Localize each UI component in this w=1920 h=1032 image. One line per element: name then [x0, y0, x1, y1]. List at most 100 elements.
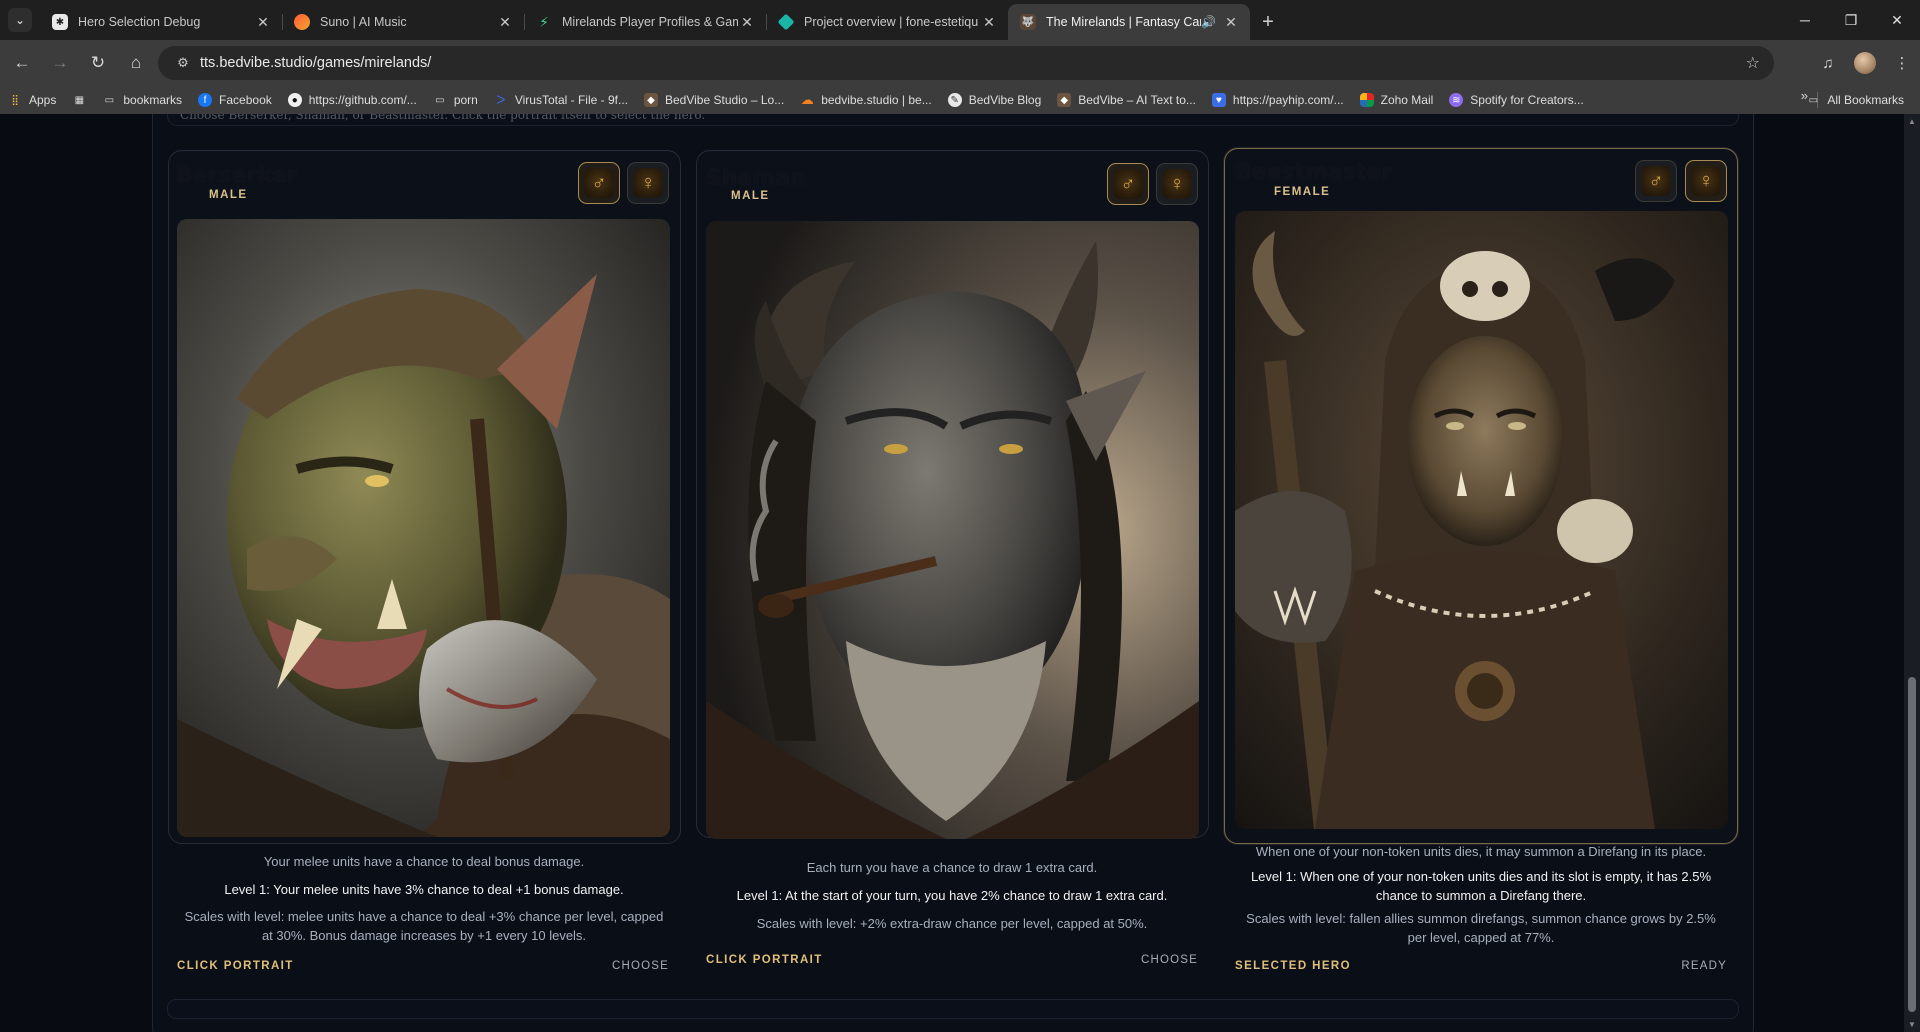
bookmarks-bar: ⣿ Apps ▦ ▭ bookmarks f Facebook ● https://gi…	[0, 86, 1920, 114]
payhip-icon: ♥	[1211, 93, 1226, 107]
male-toggle-button[interactable]: ♂	[1635, 160, 1677, 202]
choose-label[interactable]: CHOOSE	[612, 960, 669, 972]
intro-box: Choose Berserker, Shaman, or Beastmaster…	[167, 114, 1739, 126]
close-icon[interactable]: ✕	[496, 13, 514, 31]
bedvibe-icon: ◆	[644, 93, 658, 107]
bookmark-bedvibe-cloud[interactable]: ☁ bedvibe.studio | be...	[792, 88, 940, 112]
tab-project-overview[interactable]: Project overview | fone-estetiqu ✕	[766, 4, 1008, 40]
close-icon[interactable]: ✕	[1222, 13, 1240, 31]
close-icon[interactable]: ✕	[980, 13, 998, 31]
bookmark-virustotal[interactable]: ᐳ VirusTotal - File - 9f...	[486, 88, 636, 112]
hero-level-text: Level 1: At the start of your turn, you …	[736, 888, 1168, 903]
bookmark-spotify[interactable]: ≋ Spotify for Creators...	[1441, 88, 1591, 112]
url-text[interactable]: tts.bedvibe.studio/games/mirelands/	[200, 55, 431, 71]
male-toggle-button[interactable]: ♂	[1107, 163, 1149, 205]
tab-list: ✱ Hero Selection Debug ✕ Suno | AI Music…	[40, 4, 1286, 40]
page-viewport: Choose Berserker, Shaman, or Beastmaster…	[0, 114, 1904, 1032]
zoho-icon	[1359, 93, 1374, 107]
bookmark-bedvibe-blog[interactable]: ✎ BedVibe Blog	[940, 88, 1050, 112]
close-window-icon[interactable]: ✕	[1874, 0, 1920, 40]
bookmark-bedvibe-studio[interactable]: ◆ BedVibe Studio – Lo...	[636, 88, 792, 112]
apps-grid-icon: ⣿	[11, 94, 19, 106]
menu-kebab-icon[interactable]: ⋮	[1884, 54, 1920, 72]
female-toggle-button[interactable]: ♀	[1156, 163, 1198, 205]
window-controls: ─ ❐ ✕	[1782, 0, 1920, 40]
bookmark-apps[interactable]: ⣿ Apps	[0, 88, 64, 112]
bookmark-tab-groups[interactable]: ▦	[64, 88, 94, 112]
page-scrollbar[interactable]: ▲ ▼	[1904, 114, 1920, 1032]
close-icon[interactable]: ✕	[738, 13, 756, 31]
tab-strip: ⌄ ✱ Hero Selection Debug ✕ Suno | AI Mus…	[0, 0, 1920, 40]
tab-groups-icon: ▦	[74, 94, 85, 106]
bookmark-folder-bookmarks[interactable]: ▭ bookmarks	[94, 88, 190, 112]
folder-icon: ▭	[435, 94, 445, 106]
scroll-down-arrow-icon[interactable]: ▼	[1907, 1020, 1917, 1029]
hero-portrait-berserker[interactable]	[177, 219, 670, 837]
tab-mirelands-profiles[interactable]: ⚡ Mirelands Player Profiles & Gam ✕	[524, 4, 766, 40]
tab-title: Project overview | fone-estetiqu	[804, 15, 979, 29]
tab-suno[interactable]: Suno | AI Music ✕	[282, 4, 524, 40]
hero-portrait-shaman[interactable]	[706, 221, 1199, 839]
bookmark-bedvibe-ai[interactable]: ◆ BedVibe – AI Text to...	[1049, 88, 1204, 112]
hero-gender: FEMALE	[1274, 186, 1331, 198]
profile-avatar[interactable]	[1854, 52, 1876, 74]
site-info-icon[interactable]: ⚙	[168, 55, 198, 71]
intro-text: Choose Berserker, Shaman, or Beastmaster…	[180, 114, 706, 122]
hero-description: Your melee units have a chance to deal b…	[263, 854, 585, 869]
hero-description: When one of your non-token units dies, i…	[1255, 844, 1707, 859]
cloud-icon: ☁	[800, 92, 814, 107]
orc-beastmaster-portrait-icon	[1235, 211, 1728, 829]
ready-label: READY	[1681, 960, 1727, 972]
click-portrait-hint: CLICK PORTRAIT	[177, 960, 294, 972]
new-tab-button[interactable]: +	[1250, 4, 1286, 40]
female-toggle-button[interactable]: ♀	[1685, 160, 1727, 202]
bookmark-github[interactable]: ● https://github.com/...	[280, 88, 425, 112]
choose-label[interactable]: CHOOSE	[1141, 954, 1198, 966]
reload-icon[interactable]: ↻	[82, 47, 114, 79]
hero-level-text: Level 1: When one of your non-token unit…	[1250, 869, 1712, 903]
close-icon[interactable]: ✕	[254, 13, 272, 31]
scroll-up-arrow-icon[interactable]: ▲	[1907, 117, 1917, 126]
hero-name: Berserker	[176, 163, 298, 188]
hero-description: Each turn you have a chance to draw 1 ex…	[806, 860, 1098, 875]
scrollbar-thumb[interactable]	[1908, 677, 1916, 1012]
mirelands-icon: 🐺	[1020, 14, 1036, 30]
bookmark-zoho[interactable]: Zoho Mail	[1352, 88, 1442, 112]
home-icon[interactable]: ⌂	[120, 47, 152, 79]
hero-gender: MALE	[209, 189, 248, 201]
speaker-icon[interactable]: 🔊	[1201, 15, 1216, 29]
tab-title: Hero Selection Debug	[78, 15, 201, 29]
spotify-icon: ≋	[1449, 93, 1464, 107]
minimize-icon[interactable]: ─	[1782, 0, 1828, 40]
back-arrow-icon[interactable]: ←	[6, 47, 38, 79]
hero-portrait-beastmaster[interactable]	[1235, 211, 1728, 829]
bookmark-folder-porn[interactable]: ▭ porn	[425, 88, 486, 112]
tab-search-chevron-icon[interactable]: ⌄	[8, 8, 32, 32]
male-toggle-button[interactable]: ♂	[578, 162, 620, 204]
forward-arrow-icon[interactable]: →	[44, 47, 76, 79]
hero-scaling-text: Scales with level: fallen allies summon …	[1246, 911, 1716, 945]
click-portrait-hint: CLICK PORTRAIT	[706, 954, 823, 966]
toolbar-right: ♫ ⋮	[1810, 46, 1920, 80]
tab-hero-selection-debug[interactable]: ✱ Hero Selection Debug ✕	[40, 4, 282, 40]
restore-icon[interactable]: ❐	[1828, 0, 1874, 40]
hero-level-text: Level 1: Your melee units have 3% chance…	[224, 882, 624, 897]
media-controls-icon[interactable]: ♫	[1810, 55, 1846, 72]
project-diamond-icon	[777, 13, 795, 31]
bedvibe-icon: ◆	[1057, 93, 1072, 107]
bookmark-facebook[interactable]: f Facebook	[190, 88, 280, 112]
bookmark-star-icon[interactable]: ☆	[1746, 53, 1760, 73]
female-toggle-button[interactable]: ♀	[627, 162, 669, 204]
tab-mirelands-active[interactable]: 🐺 The Mirelands | Fantasy Car 🔊 ✕	[1008, 4, 1250, 40]
all-bookmarks-button[interactable]: ▭ All Bookmarks	[1798, 88, 1912, 112]
tab-title: Suno | AI Music	[320, 15, 407, 29]
github-icon: ●	[287, 93, 302, 107]
orc-berserker-portrait-icon	[177, 219, 670, 837]
address-bar[interactable]: ⚙ tts.bedvibe.studio/games/mirelands/ ☆	[158, 46, 1774, 80]
hero-gender: MALE	[731, 190, 770, 202]
blog-icon: ✎	[947, 93, 962, 107]
hero-scaling-text: Scales with level: melee units have a ch…	[184, 909, 664, 943]
bookmark-payhip[interactable]: ♥ https://payhip.com/...	[1204, 88, 1352, 112]
suno-icon	[294, 14, 310, 30]
male-symbol-icon: ♂	[1113, 169, 1143, 199]
